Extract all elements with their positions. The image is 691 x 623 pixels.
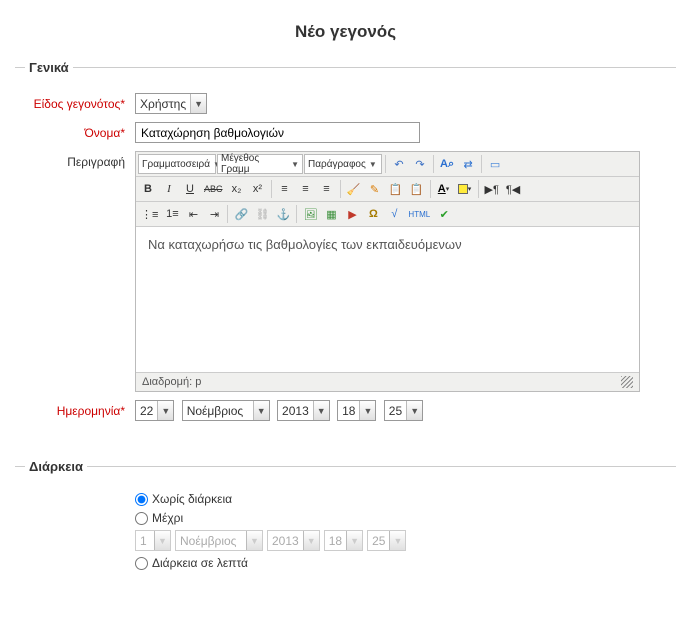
spellcheck-button[interactable]: ✔ (434, 204, 454, 224)
description-label: Περιγραφή (25, 151, 135, 169)
until-month-select[interactable]: Νοέμβριος▼ (175, 530, 263, 551)
paste-text-button[interactable]: 📋 (386, 179, 406, 199)
until-year-select[interactable]: 2013▼ (267, 530, 320, 551)
general-legend: Γενικά (25, 60, 73, 75)
undo-button[interactable]: ↶ (389, 154, 409, 174)
duration-none-label: Χωρίς διάρκεια (152, 492, 232, 506)
bullet-list-button[interactable]: ⋮≡ (138, 204, 161, 224)
chevron-down-icon: ▼ (154, 531, 170, 550)
remove-format-button[interactable]: ✎ (365, 179, 385, 199)
indent-button[interactable]: ⇥ (204, 204, 224, 224)
outdent-button[interactable]: ⇤ (183, 204, 203, 224)
duration-minutes-label: Διάρκεια σε λεπτά (152, 556, 248, 570)
resize-handle-icon[interactable] (621, 376, 633, 388)
chevron-down-icon: ▼ (389, 531, 405, 550)
rtl-button[interactable]: ¶◀ (503, 179, 523, 199)
equation-button[interactable]: √ (384, 204, 404, 224)
duration-minutes-radio[interactable] (135, 557, 148, 570)
strike-button[interactable]: ABC (201, 179, 226, 199)
date-month-select[interactable]: Νοέμβριος▼ (182, 400, 270, 421)
font-family-select[interactable]: Γραμματοσειρά▼ (138, 154, 216, 174)
name-label: Όνομα* (25, 122, 135, 140)
ltr-button[interactable]: ▶¶ (482, 179, 502, 199)
anchor-button[interactable]: ⚓ (273, 204, 293, 224)
chevron-down-icon: ▼ (406, 401, 422, 420)
underline-button[interactable]: U (180, 179, 200, 199)
replace-button[interactable]: ⇄ (458, 154, 478, 174)
chevron-down-icon: ▼ (253, 401, 269, 420)
image-button[interactable]: 🖼 (300, 204, 320, 224)
chevron-down-icon: ▼ (190, 94, 206, 113)
unlink-button[interactable]: ⛓ (252, 204, 272, 224)
chevron-down-icon: ▼ (359, 401, 375, 420)
subscript-button[interactable]: x₂ (227, 179, 247, 199)
date-label: Ημερομηνία* (25, 400, 135, 418)
format-select[interactable]: Παράγραφος▼ (304, 154, 382, 174)
paste-word-button[interactable]: 📋 (407, 179, 427, 199)
duration-until-radio[interactable] (135, 512, 148, 525)
editor-path: Διαδρομή: p (142, 376, 201, 388)
chevron-down-icon: ▼ (246, 531, 262, 550)
find-button[interactable]: A⌕ (437, 154, 457, 174)
date-hour-select[interactable]: 18▼ (337, 400, 376, 421)
editor-body[interactable]: Να καταχωρήσω τις βαθμολογίες των εκπαιδ… (136, 227, 639, 372)
duration-fieldset: Διάρκεια Χωρίς διάρκεια Μέχρι 1▼ Νοέμβρι… (15, 459, 676, 598)
editor-toolbar-2: B I U ABC x₂ x² ≡ ≡ ≡ 🧹 ✎ 📋 (136, 177, 639, 202)
superscript-button[interactable]: x² (248, 179, 268, 199)
date-minute-select[interactable]: 25▼ (384, 400, 423, 421)
duration-until-label: Μέχρι (152, 511, 183, 525)
align-center-button[interactable]: ≡ (296, 179, 316, 199)
link-button[interactable]: 🔗 (231, 204, 251, 224)
chevron-down-icon: ▼ (346, 531, 362, 550)
duration-legend: Διάρκεια (25, 459, 87, 474)
embed-button[interactable]: ▶ (342, 204, 362, 224)
editor-toolbar-1: Γραμματοσειρά▼ Μέγεθος Γραμμ▼ Παράγραφος… (136, 152, 639, 177)
until-hour-select[interactable]: 18▼ (324, 530, 363, 551)
text-color-button[interactable]: A▾ (434, 179, 454, 199)
html-button[interactable]: HTML (405, 204, 433, 224)
align-left-button[interactable]: ≡ (275, 179, 295, 199)
align-right-button[interactable]: ≡ (317, 179, 337, 199)
duration-none-radio[interactable] (135, 493, 148, 506)
clear-format-button[interactable]: 🧹 (344, 179, 364, 199)
chevron-down-icon: ▼ (313, 401, 329, 420)
redo-button[interactable]: ↷ (410, 154, 430, 174)
until-minute-select[interactable]: 25▼ (367, 530, 406, 551)
fullscreen-button[interactable]: ▭ (485, 154, 505, 174)
editor-toolbar-3: ⋮≡ 1≡ ⇤ ⇥ 🔗 ⛓ ⚓ 🖼 ▦ ▶ Ω √ HT (136, 202, 639, 227)
name-input[interactable] (135, 122, 420, 143)
date-year-select[interactable]: 2013▼ (277, 400, 330, 421)
media-button[interactable]: ▦ (321, 204, 341, 224)
event-type-select[interactable]: Χρήστης▼ (135, 93, 207, 114)
rich-text-editor: Γραμματοσειρά▼ Μέγεθος Γραμμ▼ Παράγραφος… (135, 151, 640, 392)
page-title: Νέο γεγονός (15, 22, 676, 42)
bg-color-button[interactable]: ▾ (455, 179, 475, 199)
font-size-select[interactable]: Μέγεθος Γραμμ▼ (217, 154, 303, 174)
date-day-select[interactable]: 22▼ (135, 400, 174, 421)
italic-button[interactable]: I (159, 179, 179, 199)
chevron-down-icon: ▼ (303, 531, 319, 550)
chevron-down-icon: ▼ (157, 401, 173, 420)
editor-status-bar: Διαδρομή: p (136, 372, 639, 391)
bold-button[interactable]: B (138, 179, 158, 199)
until-day-select[interactable]: 1▼ (135, 530, 171, 551)
number-list-button[interactable]: 1≡ (162, 204, 182, 224)
event-type-label: Είδος γεγονότος* (25, 93, 135, 111)
general-fieldset: Γενικά Είδος γεγονότος* Χρήστης▼ Όνομα* … (15, 60, 676, 444)
omega-button[interactable]: Ω (363, 204, 383, 224)
